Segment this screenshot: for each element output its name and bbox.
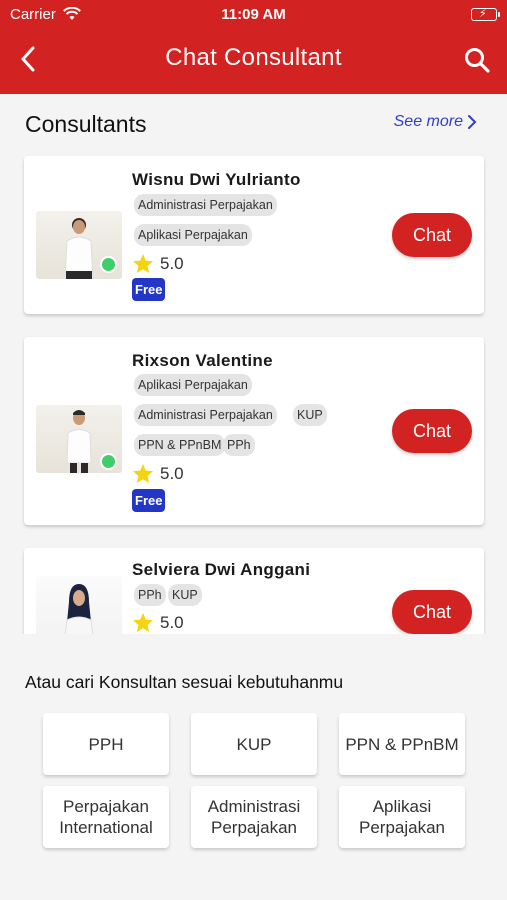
chat-button[interactable]: Chat	[392, 409, 472, 453]
category-pph-button[interactable]: PPH	[43, 713, 169, 775]
rating: 5.0	[132, 463, 184, 484]
expertise-tag: PPh	[223, 434, 255, 456]
consultant-list[interactable]: Wisnu Dwi Yulrianto Administrasi Perpaja…	[0, 150, 507, 634]
page-title: Chat Consultant	[165, 44, 342, 71]
category-heading: Atau cari Konsultan sesuai kebutuhanmu	[25, 672, 344, 692]
see-more-label: See more	[393, 113, 463, 130]
consultant-photo	[36, 576, 122, 634]
expertise-tag: Aplikasi Perpajakan	[134, 374, 252, 396]
star-icon	[133, 254, 153, 273]
free-badge: Free	[132, 489, 166, 512]
search-icon[interactable]	[463, 46, 491, 74]
rating: 5.0	[132, 612, 184, 633]
expertise-tag: Administrasi Perpajakan	[134, 404, 277, 426]
status-bar: Carrier 11:09 AM ⚡	[0, 4, 507, 26]
rating-value: 5.0	[160, 463, 184, 483]
category-tax-application-button[interactable]: Aplikasi Perpajakan	[339, 786, 465, 848]
category-international-tax-button[interactable]: Perpajakan International	[43, 786, 169, 848]
star-icon	[133, 464, 153, 483]
chevron-right-icon	[468, 115, 477, 129]
see-more-link[interactable]: See more	[394, 113, 477, 131]
expertise-tag: KUP	[168, 584, 202, 606]
expertise-tag: Administrasi Perpajakan	[134, 194, 277, 216]
consultant-card[interactable]: Selviera Dwi Anggani PPh KUP 5.0 Chat	[24, 548, 484, 634]
star-icon	[133, 613, 153, 632]
battery-icon: ⚡	[471, 8, 500, 21]
chat-button[interactable]: Chat	[392, 213, 472, 257]
clock: 11:09 AM	[221, 6, 286, 23]
consultant-card[interactable]: Wisnu Dwi Yulrianto Administrasi Perpaja…	[24, 156, 484, 314]
online-status-indicator	[100, 256, 117, 273]
rating-value: 5.0	[160, 612, 184, 632]
consultant-name: Rixson Valentine	[132, 351, 273, 370]
consultant-name: Selviera Dwi Anggani	[132, 560, 311, 579]
consultant-name: Wisnu Dwi Yulrianto	[132, 170, 301, 189]
expertise-tag: PPN & PPnBM	[134, 434, 226, 456]
consultants-heading: Consultants	[25, 111, 147, 137]
expertise-tag: PPh	[134, 584, 166, 606]
expertise-tag: Aplikasi Perpajakan	[134, 224, 252, 246]
rating: 5.0	[132, 253, 184, 274]
category-tax-administration-button[interactable]: Administrasi Perpajakan	[191, 786, 317, 848]
app-header: Carrier 11:09 AM ⚡ Chat Consultant	[0, 0, 507, 94]
chat-button[interactable]: Chat	[392, 590, 472, 634]
category-kup-button[interactable]: KUP	[191, 713, 317, 775]
category-ppn-ppnbm-button[interactable]: PPN & PPnBM	[339, 713, 465, 775]
rating-value: 5.0	[160, 253, 184, 273]
online-status-indicator	[100, 453, 117, 470]
free-badge: Free	[132, 278, 166, 301]
consultant-card[interactable]: Rixson Valentine Aplikasi Perpajakan Adm…	[24, 337, 484, 525]
expertise-tag: KUP	[293, 404, 327, 426]
